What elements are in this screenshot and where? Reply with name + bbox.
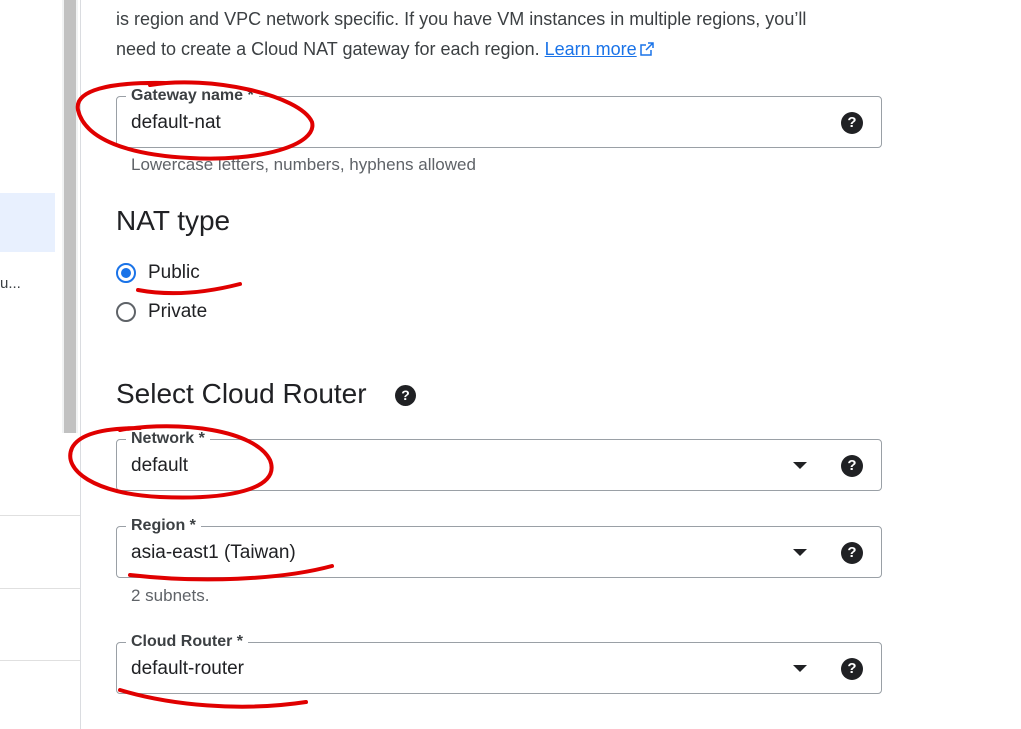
- cloud-router-label: Cloud Router *: [126, 633, 248, 651]
- intro-line-1: is region and VPC network specific. If y…: [116, 9, 807, 29]
- gateway-name-label: Gateway name *: [126, 87, 259, 105]
- gateway-name-field[interactable]: Gateway name * default-nat ?: [116, 87, 882, 148]
- arrow-drop-down-icon[interactable]: [793, 462, 807, 469]
- help-circle-icon[interactable]: ?: [841, 112, 863, 134]
- cloud-router-select[interactable]: Cloud Router * default-router ?: [116, 633, 882, 694]
- nat-type-title: NAT type: [116, 205, 231, 236]
- nav-divider: [0, 660, 80, 661]
- intro-text: is region and VPC network specific. If y…: [116, 4, 916, 64]
- intro-line-2: need to create a Cloud NAT gateway for e…: [116, 34, 916, 64]
- help-circle-icon[interactable]: ?: [395, 385, 416, 406]
- arrow-drop-down-icon[interactable]: [793, 549, 807, 556]
- annotation-underline-public: [136, 282, 242, 296]
- nav-item-truncated[interactable]: u...: [0, 275, 21, 292]
- network-label: Network *: [126, 430, 210, 448]
- help-circle-icon[interactable]: ?: [841, 658, 863, 680]
- gateway-name-value[interactable]: default-nat: [131, 112, 221, 134]
- region-value: asia-east1 (Taiwan): [131, 542, 296, 563]
- region-select[interactable]: Region * asia-east1 (Taiwan) ?: [116, 517, 882, 578]
- left-navigation-panel: u...: [0, 0, 81, 729]
- region-label: Region *: [126, 517, 201, 535]
- radio-private-label: Private: [148, 301, 208, 322]
- help-circle-icon[interactable]: ?: [841, 542, 863, 564]
- scrollbar-thumb[interactable]: [64, 0, 76, 433]
- open-in-new-icon: [639, 42, 654, 56]
- radio-private[interactable]: Private: [116, 301, 207, 323]
- radio-button-unchecked[interactable]: [116, 302, 136, 322]
- cloud-router-value: default-router: [131, 658, 245, 679]
- network-select[interactable]: Network * default ?: [116, 430, 882, 491]
- help-circle-icon[interactable]: ?: [841, 455, 863, 477]
- radio-public-label: Public: [148, 262, 200, 283]
- radio-button-checked[interactable]: [116, 263, 136, 283]
- nav-item-selected[interactable]: [0, 193, 55, 252]
- radio-public[interactable]: Public: [116, 262, 200, 284]
- network-value: default: [131, 455, 189, 476]
- arrow-drop-down-icon[interactable]: [793, 665, 807, 672]
- gateway-name-hint: Lowercase letters, numbers, hyphens allo…: [131, 155, 476, 174]
- region-hint: 2 subnets.: [131, 586, 210, 605]
- nav-divider: [0, 588, 80, 589]
- nav-divider: [0, 515, 80, 516]
- learn-more-link[interactable]: Learn more: [545, 39, 654, 59]
- select-cloud-router-title: Select Cloud Router: [116, 378, 367, 409]
